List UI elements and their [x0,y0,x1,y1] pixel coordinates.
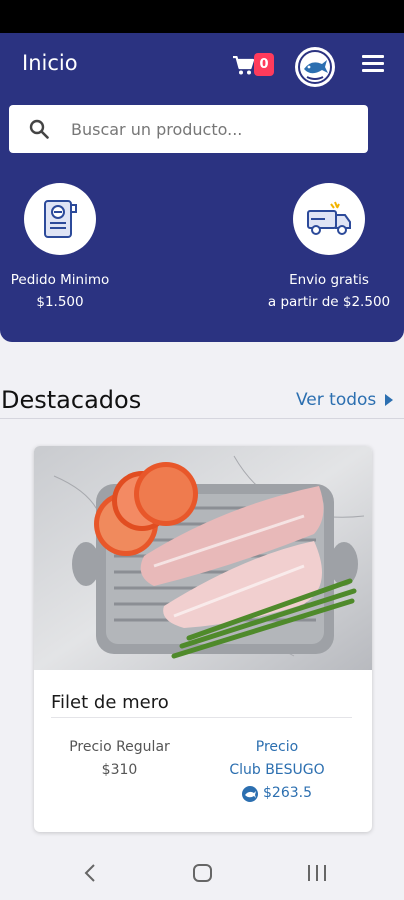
card-divider [51,717,352,718]
section-divider [0,418,404,419]
free-shipping-label: Envio gratis [289,272,369,288]
recent-apps-icon[interactable] [308,865,326,881]
minimum-order-label: Pedido Minimo [10,272,110,288]
club-logo[interactable] [295,47,335,87]
minimum-order-badge [24,183,96,255]
product-card[interactable]: Filet de mero Precio Regular $310 Precio… [34,446,372,832]
free-shipping-value: a partir de $2.500 [267,294,391,310]
see-all-label: Ver todos [296,390,377,410]
back-icon[interactable] [84,864,96,882]
club-price-label-line1: Precio [255,739,299,755]
menu-button[interactable] [362,55,384,75]
regular-price-label: Precio Regular [69,739,170,755]
see-all-link[interactable]: Ver todos [296,390,394,410]
cart-icon [233,56,254,75]
free-shipping-badge [293,183,365,255]
home-icon[interactable] [193,864,212,882]
regular-price-value: $310 [101,762,138,778]
search-input[interactable] [71,119,351,139]
delivery-truck-icon [307,201,351,235]
header: Inicio 0 Buscar un producto... Pedido Mi… [0,33,404,342]
hamburger-icon-line [362,69,384,72]
search-icon [29,119,49,139]
free-shipping-info: Envio gratis a partir de $2.500 [262,183,396,313]
hamburger-icon-line [362,62,384,65]
system-nav-bar [0,846,404,900]
form-icon [44,200,77,238]
regular-price-block: Precio Regular $310 [52,736,187,782]
search-bar[interactable] [9,105,368,153]
featured-section-title: Destacados [1,386,142,414]
club-price-label-line2: Club BESUGO [229,762,325,778]
fish-logo-icon [298,50,332,84]
cart-button[interactable]: 0 [233,53,275,79]
club-price-block: Precio Club BESUGO $263.5 [212,736,342,805]
arrow-right-icon [385,394,394,406]
status-bar [0,0,404,33]
product-image [34,446,372,670]
cart-count-badge: 0 [254,53,274,76]
minimum-order-value: $1.500 [36,294,84,310]
minimum-order-info: Pedido Minimo $1.500 [6,183,114,313]
product-name: Filet de mero [51,692,169,713]
club-logo-icon [242,785,258,802]
hamburger-icon [362,55,384,58]
club-price-value: $263.5 [263,785,312,801]
page-title: Inicio [22,51,78,75]
club-price-row: $263.5 [212,782,342,805]
